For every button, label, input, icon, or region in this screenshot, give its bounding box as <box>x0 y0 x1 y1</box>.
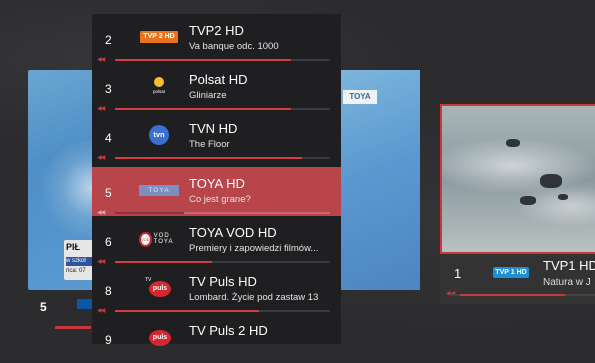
progress-fill <box>115 261 212 263</box>
preview-video <box>442 106 595 252</box>
right-progress-fill <box>460 294 565 296</box>
video-detail <box>506 139 520 147</box>
channel-title: TV Puls 2 HD <box>189 323 268 338</box>
channel-row-4[interactable]: 4 tvn TVN HD The Floor ◀◀ <box>92 112 341 161</box>
rewind-icon: ◀◀ <box>97 308 105 314</box>
channel-row-6[interactable]: 6 VOD VOD TOYA TOYA VOD HD Premiery i za… <box>92 216 341 265</box>
middle-channel-preview[interactable]: TOYA <box>338 70 420 290</box>
left-progress-bar <box>55 326 91 329</box>
rewind-icon: ◀◀ <box>97 155 105 161</box>
channel-title: TVP2 HD <box>189 23 244 38</box>
toya-logo: TOYA <box>139 184 179 196</box>
channel-title: Polsat HD <box>189 72 248 87</box>
left-channel-number: 5 <box>40 300 47 314</box>
toya-vod-logo: VOD VOD TOYA <box>139 231 174 247</box>
rewind-icon: ◀◀ <box>97 106 105 112</box>
tvpuls-logo: TV puls <box>145 277 173 299</box>
rewind-icon: ◀◀ <box>97 210 105 216</box>
news-headline: PIŁ <box>66 242 81 252</box>
right-channel-subtitle: Natura w J <box>543 277 591 288</box>
tvp2-logo: TVP 2 HD <box>140 31 178 43</box>
sun-icon <box>154 77 164 87</box>
channel-row-9[interactable]: 9 puls TV Puls 2 HD <box>92 314 341 363</box>
left-channel-logo <box>77 299 93 309</box>
progress-fill <box>115 108 291 110</box>
channel-list[interactable]: 2 TVP 2 HD TVP2 HD Va banque odc. 1000 ◀… <box>92 14 341 347</box>
channel-number: 4 <box>105 131 112 145</box>
video-detail <box>540 174 562 188</box>
channel-title: TV Puls HD <box>189 274 257 289</box>
channel-number: 5 <box>105 186 112 200</box>
left-channel-preview[interactable]: PIŁ w szkoł rica: 07 <box>28 70 100 290</box>
news-time: rica: 07 <box>66 268 86 274</box>
tvp1-logo: TVP 1 HD <box>493 267 529 278</box>
progress-fill <box>115 212 184 214</box>
program-title: Co jest grane? <box>189 194 251 205</box>
tvn-logo: tvn <box>149 125 169 145</box>
program-title: Lombard. Życie pod zastaw 13 <box>189 292 319 303</box>
channel-number: 8 <box>105 284 112 298</box>
rewind-icon: ◀◀ <box>97 57 105 63</box>
channel-number: 2 <box>105 33 112 47</box>
channel-row-8[interactable]: 8 TV puls TV Puls HD Lombard. Życie pod … <box>92 265 341 314</box>
progress-fill <box>115 310 259 312</box>
program-title: Va banque odc. 1000 <box>189 41 279 52</box>
channel-row-3[interactable]: 3 polsat Polsat HD Gliniarze ◀◀ <box>92 63 341 112</box>
polsat-logo: polsat <box>148 75 170 97</box>
channel-number: 9 <box>105 333 112 347</box>
program-title: Gliniarze <box>189 90 227 101</box>
rewind-icon: ◀◀ <box>97 259 105 265</box>
vod-circle-icon: VOD <box>139 231 152 247</box>
progress-fill <box>115 157 302 159</box>
channel-row-5-selected[interactable]: 5 TOYA TOYA HD Co jest grane? ◀◀ <box>92 167 341 216</box>
video-detail <box>520 196 536 205</box>
program-title: Premiery i zapowiedzi filmów... <box>189 243 319 254</box>
channel-row-2[interactable]: 2 TVP 2 HD TVP2 HD Va banque odc. 1000 ◀… <box>92 14 341 63</box>
right-channel-number: 1 <box>454 266 462 281</box>
channel-title: TOYA VOD HD <box>189 225 277 240</box>
toya-logo: TOYA <box>343 90 377 104</box>
video-detail <box>558 194 568 200</box>
preview-video-frame[interactable] <box>440 104 595 254</box>
tvpuls2-logo: puls <box>145 326 173 348</box>
progress-fill <box>115 59 291 61</box>
program-title: The Floor <box>189 139 230 150</box>
channel-number: 3 <box>105 82 112 96</box>
channel-title: TVN HD <box>189 121 238 136</box>
channel-title: TOYA HD <box>189 176 245 191</box>
right-channel-title: TVP1 HD <box>543 258 595 273</box>
channel-number: 6 <box>105 235 112 249</box>
